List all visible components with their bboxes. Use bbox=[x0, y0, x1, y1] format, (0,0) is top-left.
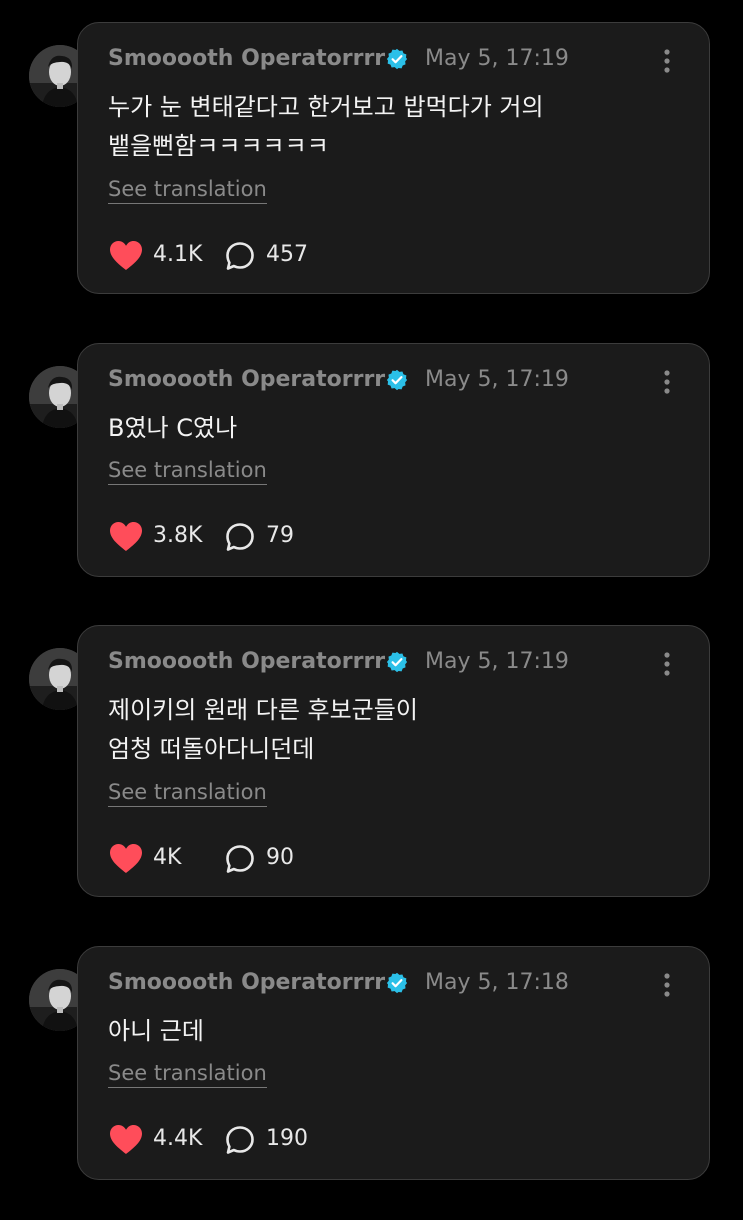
see-translation-link[interactable]: See translation bbox=[108, 780, 267, 807]
heart-icon[interactable] bbox=[108, 520, 144, 554]
reply-count: 90 bbox=[266, 845, 294, 870]
more-options-icon[interactable] bbox=[656, 368, 678, 396]
post: Smooooth Operatorrrr May 5, 17:19 제이키의 원… bbox=[0, 625, 743, 899]
see-translation-link[interactable]: See translation bbox=[108, 1061, 267, 1088]
post: Smooooth Operatorrrr May 5, 17:19 누가 눈 변… bbox=[0, 22, 743, 296]
verified-badge-icon bbox=[386, 369, 408, 391]
post: Smooooth Operatorrrr May 5, 17:18 아니 근데 … bbox=[0, 946, 743, 1220]
post-card[interactable]: Smooooth Operatorrrr May 5, 17:19 제이키의 원… bbox=[77, 625, 710, 897]
post-text: 아니 근데 bbox=[108, 1017, 204, 1045]
like-count: 4K bbox=[153, 845, 182, 870]
post-text: 제이키의 원래 다른 후보군들이 엄청 떠돌아다니던데 bbox=[108, 696, 418, 763]
reply-bubble-icon[interactable] bbox=[224, 1124, 256, 1156]
heart-icon[interactable] bbox=[108, 842, 144, 876]
post-card[interactable]: Smooooth Operatorrrr May 5, 17:18 아니 근데 … bbox=[77, 946, 710, 1180]
reply-bubble-icon[interactable] bbox=[224, 521, 256, 553]
heart-icon[interactable] bbox=[108, 239, 144, 273]
post-card[interactable]: Smooooth Operatorrrr May 5, 17:19 누가 눈 변… bbox=[77, 22, 710, 294]
see-translation-link[interactable]: See translation bbox=[108, 458, 267, 485]
post-card[interactable]: Smooooth Operatorrrr May 5, 17:19 B였나 C였… bbox=[77, 343, 710, 577]
username[interactable]: Smooooth Operatorrrr bbox=[108, 970, 385, 995]
reply-bubble-icon[interactable] bbox=[224, 843, 256, 875]
verified-badge-icon bbox=[386, 651, 408, 673]
timestamp: May 5, 17:18 bbox=[425, 970, 569, 995]
reply-count: 457 bbox=[266, 242, 308, 267]
post-text: 누가 눈 변태같다고 한거보고 밥먹다가 거의 뱉을뻔함ㅋㅋㅋㅋㅋㅋ bbox=[108, 93, 544, 160]
reply-count: 190 bbox=[266, 1126, 308, 1151]
reply-count: 79 bbox=[266, 523, 294, 548]
post: Smooooth Operatorrrr May 5, 17:19 B였나 C였… bbox=[0, 343, 743, 617]
timestamp: May 5, 17:19 bbox=[425, 46, 569, 71]
post-text: B였나 C였나 bbox=[108, 414, 238, 442]
verified-badge-icon bbox=[386, 48, 408, 70]
timestamp: May 5, 17:19 bbox=[425, 367, 569, 392]
more-options-icon[interactable] bbox=[656, 47, 678, 75]
heart-icon[interactable] bbox=[108, 1123, 144, 1157]
username[interactable]: Smooooth Operatorrrr bbox=[108, 46, 385, 71]
username[interactable]: Smooooth Operatorrrr bbox=[108, 649, 385, 674]
like-count: 4.1K bbox=[153, 242, 203, 267]
see-translation-link[interactable]: See translation bbox=[108, 177, 267, 204]
more-options-icon[interactable] bbox=[656, 650, 678, 678]
username[interactable]: Smooooth Operatorrrr bbox=[108, 367, 385, 392]
like-count: 3.8K bbox=[153, 523, 203, 548]
reply-bubble-icon[interactable] bbox=[224, 240, 256, 272]
timestamp: May 5, 17:19 bbox=[425, 649, 569, 674]
verified-badge-icon bbox=[386, 972, 408, 994]
like-count: 4.4K bbox=[153, 1126, 203, 1151]
more-options-icon[interactable] bbox=[656, 971, 678, 999]
